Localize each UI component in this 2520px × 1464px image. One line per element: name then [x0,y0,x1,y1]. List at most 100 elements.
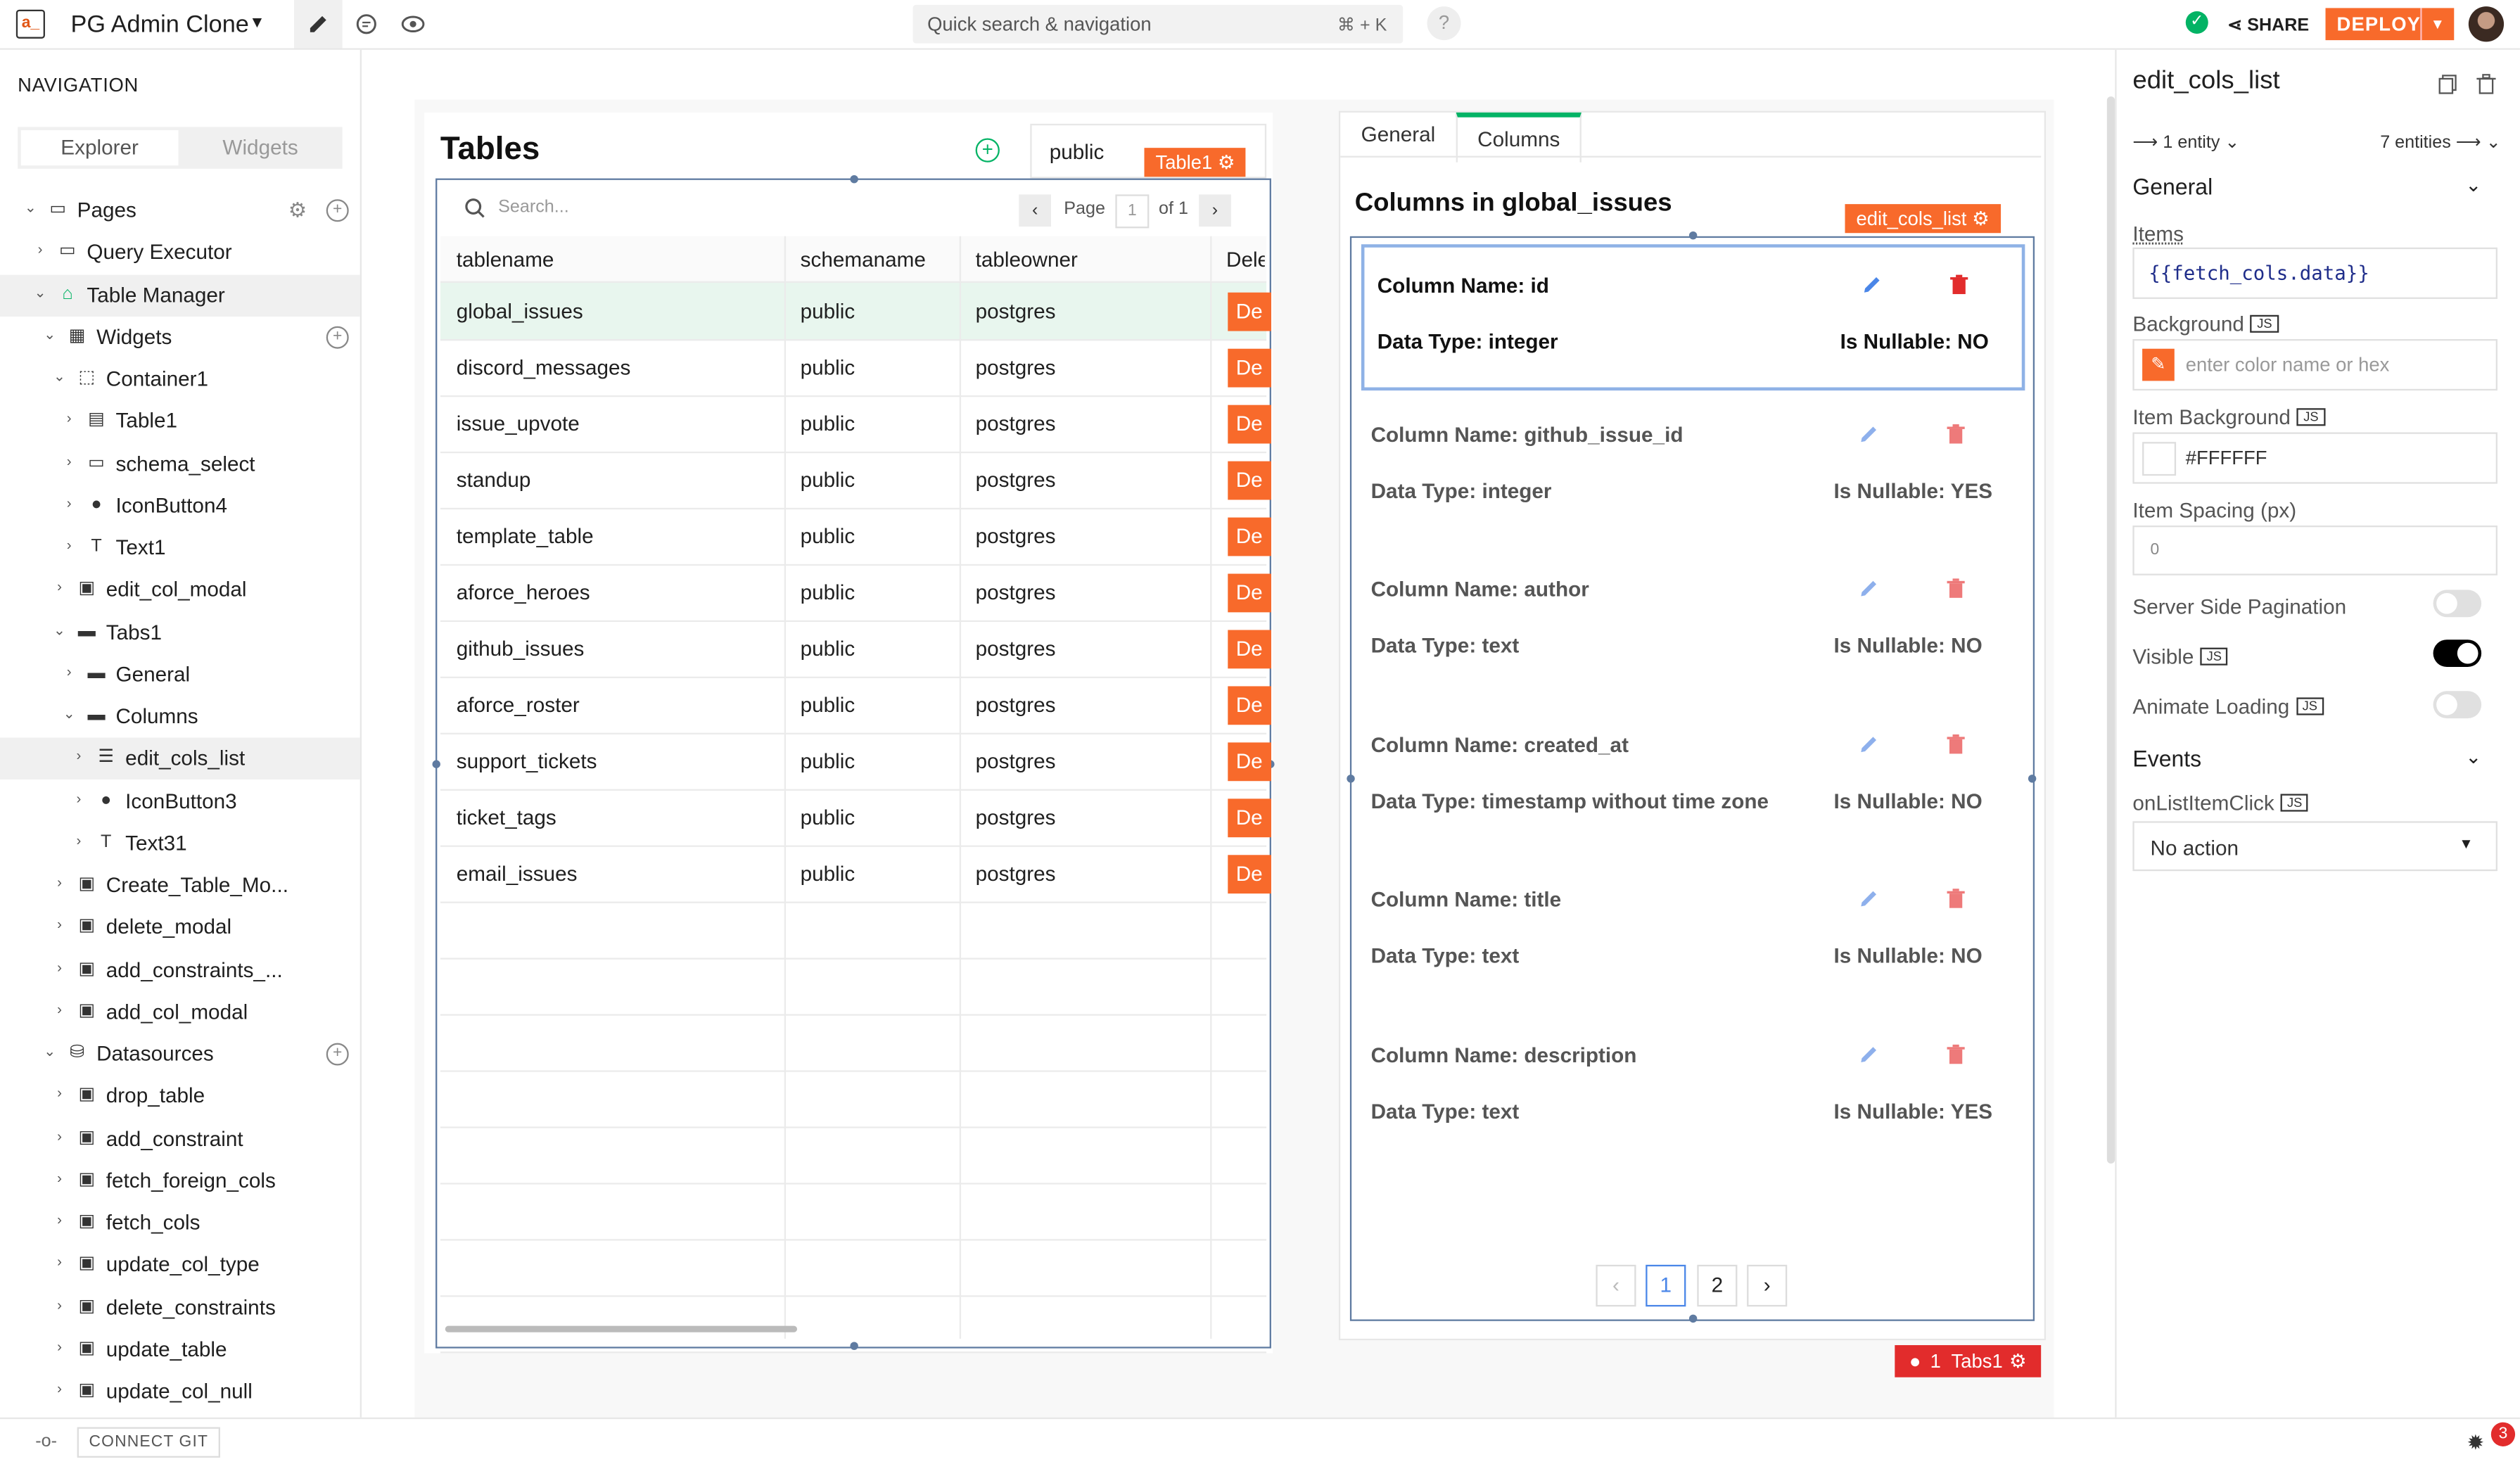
chevron-right-icon[interactable]: › [71,832,87,848]
chevron-right-icon[interactable]: › [51,1001,68,1017]
table-row[interactable]: aforce_heroes public postgres De [440,564,1266,622]
list-prev-page-button[interactable]: ‹ [1596,1265,1636,1306]
tab-general[interactable]: General [1340,113,1456,158]
resize-handle[interactable] [2028,775,2036,782]
section-general[interactable]: General [2132,174,2213,200]
sidebar-item[interactable]: ⌄ ⛁ Datasources + [0,1033,360,1075]
sidebar-item[interactable]: ⌄ ▬ Columns [0,696,360,737]
delete-table-button[interactable]: De [1228,742,1271,781]
tab-widgets[interactable]: Widgets [182,130,339,165]
table-row[interactable]: github_issues public postgres De [440,620,1266,678]
chevron-down-icon[interactable]: ⌄ [32,284,49,301]
horizontal-scrollbar[interactable] [445,1326,797,1332]
chevron-right-icon[interactable]: › [51,579,68,595]
share-button[interactable]: ⋖ SHARE [2227,15,2309,36]
table-row[interactable] [440,902,1266,960]
chevron-right-icon[interactable]: › [51,1211,68,1228]
chevron-right-icon[interactable]: › [51,1296,68,1312]
page-number-input[interactable]: 1 [1115,194,1149,228]
sidebar-item[interactable]: › ▭ Query Executor [0,232,360,274]
sidebar-item[interactable]: › ▣ fetch_cols [0,1202,360,1244]
chevron-right-icon[interactable]: › [61,495,77,511]
server-side-pagination-toggle[interactable] [2433,590,2482,617]
comment-mode-icon[interactable] [343,0,391,49]
edit-column-pencil-icon[interactable] [1858,887,1881,910]
column-header-schemaname[interactable]: schemaname [801,248,926,272]
app-logo-icon[interactable]: a_ [16,10,45,39]
sidebar-item[interactable]: › ▬ General [0,654,360,695]
sidebar-item[interactable]: › T Text1 [0,527,360,568]
delete-column-trash-icon[interactable] [1945,732,1967,755]
list-next-page-button[interactable]: › [1747,1265,1787,1306]
sidebar-item[interactable]: ⌄ ▦ Widgets + [0,316,360,357]
column-header-tableowner[interactable]: tableowner [976,248,1078,272]
list-item[interactable]: Column Name: title Data Type: text Is Null… [1361,865,2018,1005]
chevron-right-icon[interactable]: › [51,1338,68,1354]
chevron-right-icon[interactable]: › [61,452,77,469]
columns-title[interactable]: Columns in global_issues [1355,190,1672,219]
table-row[interactable] [440,1014,1266,1071]
delete-widget-trash-icon[interactable] [2476,74,2495,100]
deploy-button[interactable]: DEPLOY ▼ [2326,8,2455,40]
sidebar-item[interactable]: › ▣ delete_modal [0,907,360,948]
delete-column-trash-icon[interactable] [1945,422,1967,445]
sidebar-item[interactable]: › ▣ delete_constraints [0,1287,360,1328]
table-row[interactable]: template_table public postgres De [440,508,1266,566]
sidebar-item[interactable]: › ☰ edit_cols_list [0,738,360,779]
delete-table-button[interactable]: De [1228,686,1271,725]
section-events[interactable]: Events [2132,746,2201,772]
js-toggle[interactable]: JS [2297,408,2325,426]
background-input[interactable]: ✎ enter color name or hex [2132,339,2497,390]
add-plus-icon[interactable]: + [326,1043,349,1066]
sidebar-item[interactable]: › ▣ edit_col_modal [0,569,360,611]
edit-column-pencil-icon[interactable] [1858,1042,1881,1064]
resize-handle[interactable] [433,760,440,768]
delete-column-trash-icon[interactable] [1945,887,1967,910]
chevron-right-icon[interactable]: › [51,1086,68,1102]
next-page-chevron-right-icon[interactable]: › [1199,194,1231,227]
sidebar-item[interactable]: › ▣ update_table [0,1329,360,1370]
section-general-chevron-down-icon[interactable]: ⌄ [2465,174,2481,196]
resize-handle[interactable] [850,175,858,183]
sidebar-item[interactable]: › ▤ Table1 [0,400,360,442]
error-count-badge[interactable]: 3 [2491,1422,2515,1446]
chevron-right-icon[interactable]: › [61,410,77,426]
table-row[interactable] [440,1183,1266,1240]
sidebar-item[interactable]: › ▣ drop_table [0,1076,360,1117]
visible-toggle[interactable] [2433,639,2482,667]
js-toggle[interactable]: JS [2200,648,2228,666]
list-page-1-button[interactable]: 1 [1646,1265,1686,1306]
table-row[interactable]: discord_messages public postgres De [440,339,1266,397]
chevron-right-icon[interactable]: › [51,874,68,891]
item-spacing-input[interactable]: 0 [2132,526,2497,575]
delete-table-button[interactable]: De [1228,518,1271,556]
chevron-right-icon[interactable]: › [61,537,77,553]
app-menu-chevron-down-icon[interactable]: ▼ [249,15,265,32]
sidebar-item[interactable]: › ▣ add_constraints_... [0,949,360,991]
edit-column-pencil-icon[interactable] [1861,273,1883,295]
section-events-chevron-down-icon[interactable]: ⌄ [2465,746,2481,768]
sidebar-item[interactable]: ⌄ ▭ Pages + ⚙ [0,190,360,231]
add-plus-icon[interactable]: + [326,199,349,222]
column-header-tablename[interactable]: tablename [457,248,554,272]
delete-column-trash-icon[interactable] [1945,577,1967,599]
table-row[interactable]: issue_upvote public postgres De [440,395,1266,453]
sidebar-item[interactable]: › ▣ update_col_null [0,1371,360,1413]
chevron-down-icon[interactable]: ⌄ [61,706,77,723]
delete-table-button[interactable]: De [1228,630,1271,668]
chevron-down-icon[interactable]: ⌄ [51,621,68,639]
debugger-bug-icon[interactable]: ✹ [2467,1430,2485,1456]
on-list-item-click-select[interactable]: No action ▼ [2132,821,2497,871]
resize-handle[interactable] [1689,231,1697,239]
tables-title[interactable]: Tables [440,132,540,169]
deploy-chevron-down-icon[interactable]: ▼ [2420,8,2454,40]
items-input[interactable]: {{fetch_cols.data}} [2132,248,2497,299]
chevron-right-icon[interactable]: › [61,663,77,680]
sidebar-item[interactable]: › ● IconButton3 [0,780,360,822]
sidebar-item[interactable]: ⌄ ⬚ Container1 [0,358,360,400]
app-name[interactable]: PG Admin Clone [71,11,249,39]
edit-column-pencil-icon[interactable] [1858,577,1881,599]
property-pane-title[interactable]: edit_cols_list [2132,68,2279,96]
chevron-right-icon[interactable]: › [51,917,68,933]
list-item[interactable]: Column Name: author Data Type: text Is Nul… [1361,554,2018,694]
